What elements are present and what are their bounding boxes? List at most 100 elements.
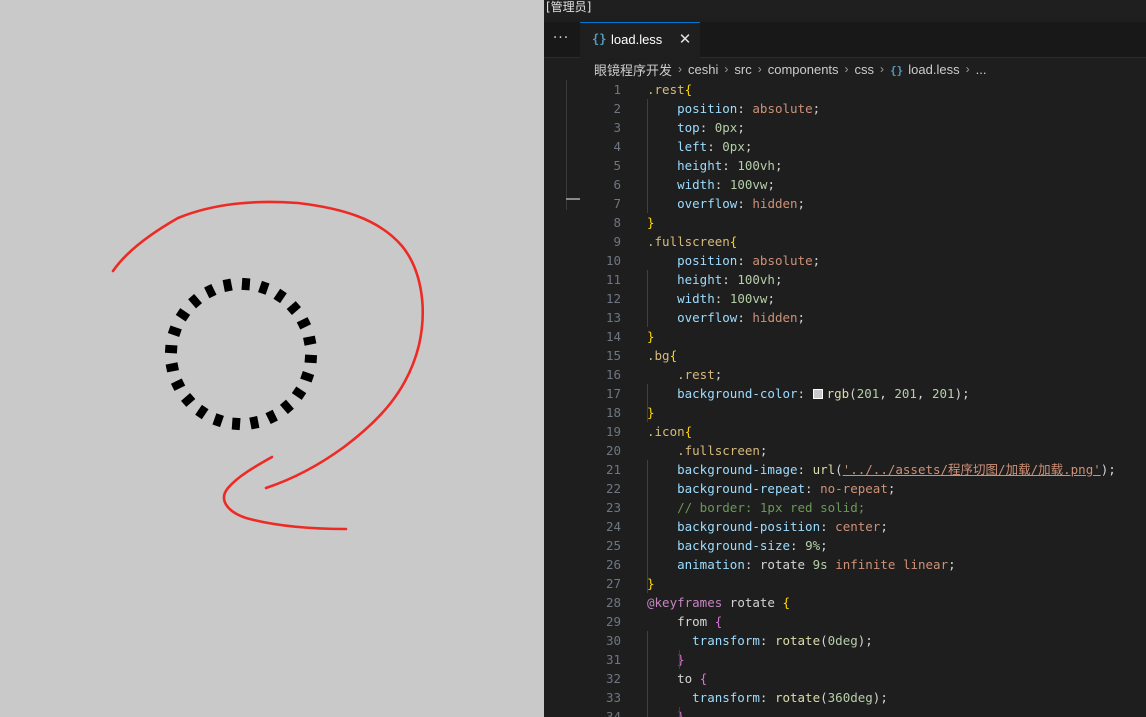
color-swatch[interactable] bbox=[812, 389, 823, 399]
code-token: : bbox=[714, 291, 730, 306]
code-line[interactable]: 27} bbox=[544, 574, 1146, 593]
code-line[interactable]: 16 .rest; bbox=[544, 365, 1146, 384]
tab-load-less[interactable]: {} load.less ✕ bbox=[580, 22, 700, 58]
line-number: 26 bbox=[605, 557, 621, 572]
code-token: { bbox=[714, 614, 723, 629]
spinner-dash bbox=[212, 413, 224, 428]
code-line[interactable]: 3 top: 0px; bbox=[544, 118, 1146, 137]
code-token: linear bbox=[902, 557, 949, 572]
line-number: 10 bbox=[605, 253, 621, 268]
breadcrumb-item[interactable]: {} load.less bbox=[890, 62, 960, 77]
code-line[interactable]: 17 background-color: rgb(201, 201, 201); bbox=[544, 384, 1146, 403]
code-line[interactable]: 22 background-repeat: no-repeat; bbox=[544, 479, 1146, 498]
editor-area[interactable]: 1 .rest{2 position: absolute; 3 top: 0px; 4… bbox=[544, 80, 1146, 717]
breadcrumb-label: components bbox=[767, 61, 839, 77]
code-token: width bbox=[677, 291, 715, 306]
code-line[interactable]: 20 .fullscreen; bbox=[544, 441, 1146, 460]
code-token: .rest bbox=[647, 82, 685, 97]
code-line[interactable]: 32 to { bbox=[544, 669, 1146, 688]
breadcrumb-item[interactable]: components bbox=[768, 62, 839, 77]
code-token: 9s bbox=[812, 557, 828, 572]
code-line[interactable]: 4 left: 0px; bbox=[544, 137, 1146, 156]
code-line[interactable]: 29 from { bbox=[544, 612, 1146, 631]
breadcrumb-label: src bbox=[734, 61, 752, 77]
code-line[interactable]: 2 position: absolute; bbox=[544, 99, 1146, 118]
line-number: 6 bbox=[613, 177, 621, 192]
close-icon[interactable]: ✕ bbox=[677, 30, 693, 48]
breadcrumb-separator: › bbox=[844, 62, 849, 76]
code-line[interactable]: 12 width: 100vw; bbox=[544, 289, 1146, 308]
code-line[interactable]: 1 .rest{ bbox=[544, 80, 1146, 99]
code-line[interactable]: 21 background-image: url('../../assets/程… bbox=[544, 460, 1146, 479]
code-token: ; bbox=[767, 291, 775, 306]
code-token: { bbox=[684, 82, 693, 97]
breadcrumb-item[interactable]: css bbox=[855, 62, 875, 77]
line-number: 25 bbox=[605, 538, 621, 553]
line-number: 22 bbox=[605, 481, 621, 496]
breadcrumb-item[interactable]: 眼镜程序开发 bbox=[594, 60, 672, 79]
code-token: url bbox=[812, 462, 836, 477]
code-line[interactable]: 23 // border: 1px red solid; bbox=[544, 498, 1146, 517]
code-token: ; bbox=[797, 310, 806, 325]
code-line[interactable]: 6 width: 100vw; bbox=[544, 175, 1146, 194]
line-number: 2 bbox=[613, 101, 621, 116]
spinner-dash bbox=[164, 344, 178, 354]
code-line[interactable]: 9 .fullscreen{ bbox=[544, 232, 1146, 251]
code-token: ; bbox=[767, 177, 775, 192]
code-line[interactable]: 15 .bg{ bbox=[544, 346, 1146, 365]
code-token: 9% bbox=[805, 538, 821, 553]
code-line[interactable]: 25 background-size: 9%; bbox=[544, 536, 1146, 555]
code-token: center bbox=[835, 519, 881, 534]
code-line[interactable]: 8} bbox=[544, 213, 1146, 232]
code-token: { bbox=[684, 424, 693, 439]
code-token: transform bbox=[692, 633, 760, 648]
code-text: .rest{ bbox=[647, 80, 692, 99]
code-line[interactable]: 30 transform: rotate(0deg); bbox=[544, 631, 1146, 650]
code-line[interactable]: 14} bbox=[544, 327, 1146, 346]
code-line[interactable]: 31 } bbox=[544, 650, 1146, 669]
code-token: ( bbox=[820, 690, 828, 705]
breadcrumb-item[interactable]: ... bbox=[976, 62, 987, 77]
more-actions-button[interactable]: ··· bbox=[550, 28, 572, 50]
breadcrumb-separator: › bbox=[678, 62, 683, 76]
code-line[interactable]: 13 overflow: hidden; bbox=[544, 308, 1146, 327]
code-line[interactable]: 5 height: 100vh; bbox=[544, 156, 1146, 175]
code-line[interactable]: 34 } bbox=[544, 707, 1146, 717]
code-text: // border: 1px red solid; bbox=[647, 498, 865, 517]
code-token: ); bbox=[872, 690, 888, 705]
code-line[interactable]: 26 animation: rotate 9s infinite linear; bbox=[544, 555, 1146, 574]
code-token: height bbox=[677, 272, 723, 287]
code-token: background-image bbox=[677, 462, 798, 477]
breadcrumb-item[interactable]: ceshi bbox=[688, 62, 718, 77]
code-line[interactable]: 24 background-position: center; bbox=[544, 517, 1146, 536]
code-line[interactable]: 28 @keyframes rotate { bbox=[544, 593, 1146, 612]
code-line[interactable]: 19 .icon{ bbox=[544, 422, 1146, 441]
code-line[interactable]: 33 transform: rotate(360deg); bbox=[544, 688, 1146, 707]
spinner-dash bbox=[222, 278, 233, 292]
code-text: background-position: center; bbox=[647, 517, 888, 536]
spinner-dash bbox=[165, 362, 179, 373]
code-text: position: absolute; bbox=[647, 99, 820, 118]
code-line[interactable]: 7 overflow: hidden; bbox=[544, 194, 1146, 213]
breadcrumb-item[interactable]: src bbox=[734, 62, 751, 77]
code-token: from bbox=[647, 614, 715, 629]
code-line[interactable]: 11 height: 100vh; bbox=[544, 270, 1146, 289]
code-token: : bbox=[820, 519, 836, 534]
code-token: left bbox=[677, 139, 708, 154]
code-text: width: 100vw; bbox=[647, 175, 775, 194]
code-token: background-position bbox=[677, 519, 821, 534]
code-line[interactable]: 10 position: absolute; bbox=[544, 251, 1146, 270]
code-token: ; bbox=[737, 120, 745, 135]
code-text: transform: rotate(360deg); bbox=[647, 688, 888, 707]
code-line[interactable]: 18} bbox=[544, 403, 1146, 422]
